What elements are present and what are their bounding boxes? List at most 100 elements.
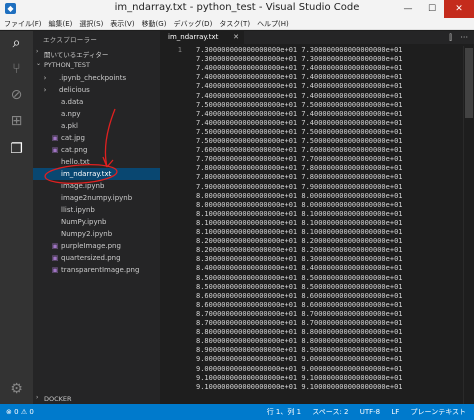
vertical-scrollbar[interactable] [463,46,474,404]
tree-item-file[interactable]: llist.ipynb [33,204,160,216]
encoding[interactable]: UTF-8 [360,408,380,416]
chevron-right-icon: › [36,48,39,55]
code-line: 7.500000000000000000e+01 7.5000000000000… [196,137,403,145]
tree-item-file[interactable]: hello.txt [33,156,160,168]
debug-icon[interactable]: ⊘ [6,85,27,106]
chevron-down-icon: ⌄ [36,60,42,67]
code-line: 7.400000000000000000e+01 7.4000000000000… [196,64,403,73]
error-icon: ⊗ [6,408,12,416]
editor-area: im_ndarray.txt ✕ ⫿ ··· 1 7.30000000000000… [160,31,474,409]
code-line: 8.000000000000000000e+01 8.0000000000000… [196,200,403,209]
cursor-position[interactable]: 行 1、列 1 [267,408,301,416]
tree-item-file[interactable]: image.ipynb [33,180,160,192]
image-file-icon: ▣ [51,254,59,262]
tree-item-file[interactable]: a.pkl [33,120,160,132]
code-line: 8.600000000000000000e+01 8.6000000000000… [196,291,403,300]
code-line: 7.800000000000000000e+01 7.8000000000000… [196,164,403,173]
image-file-icon: ▣ [51,242,59,250]
tree-item-file-selected[interactable]: im_ndarray.txt [33,168,160,180]
menu-go[interactable]: 移動(G) [142,19,167,29]
code-line: 8.600000000000000000e+01 8.6000000000000… [196,300,403,309]
code-line: 8.100000000000000000e+01 8.1000000000000… [196,209,403,218]
code-line: 7.500000000000000000e+01 7.5000000000000… [196,100,403,109]
code-line: 8.300000000000000000e+01 8.3000000000000… [196,255,403,264]
chevron-right-icon: › [36,394,39,401]
language-mode[interactable]: プレーンテキスト [411,408,466,416]
code-line: 9.100000000000000000e+01 9.1000000000000… [196,382,403,391]
image-file-icon: ▣ [51,134,59,142]
image-file-icon: ▣ [51,146,59,154]
menu-help[interactable]: ヘルプ(H) [257,19,289,29]
menu-view[interactable]: 表示(V) [110,19,134,29]
menu-selection[interactable]: 選択(S) [79,19,103,29]
extensions-icon[interactable]: ⊞ [6,111,27,132]
end-of-line[interactable]: LF [391,408,399,416]
code-line: 8.200000000000000000e+01 8.2000000000000… [196,246,403,255]
code-line: 8.700000000000000000e+01 8.7000000000000… [196,309,403,318]
open-editors-section[interactable]: › 開いているエディター [33,48,160,59]
tree-item-file[interactable]: ▣ quartersized.png [33,252,160,264]
code-line: 7.300000000000000000e+01 7.3000000000000… [196,46,403,54]
tree-item-file[interactable]: Numpy2.ipynb [33,228,160,240]
indentation[interactable]: スペース: 2 [312,408,348,416]
code-line: 8.500000000000000000e+01 8.5000000000000… [196,282,403,291]
tree-item-file[interactable]: ▣ transparentImage.png [33,264,160,276]
code-line: 9.100000000000000000e+01 9.1000000000000… [196,373,403,382]
code-line: 7.400000000000000000e+01 7.4000000000000… [196,109,403,118]
line-number: 1 [177,46,182,54]
tree-item-folder[interactable]: › .ipynb_checkpoints [33,72,160,84]
minimize-icon[interactable]: — [396,0,420,18]
warning-icon: ⚠ [20,408,28,416]
window-controls: — ☐ ✕ [396,0,474,18]
problems-indicator[interactable]: ⊗ 0 ⚠ 0 [6,404,34,420]
menu-file[interactable]: ファイル(F) [4,19,42,29]
code-line: 7.400000000000000000e+01 7.4000000000000… [196,82,403,91]
code-line: 7.600000000000000000e+01 7.6000000000000… [196,146,403,155]
more-actions-icon[interactable]: ··· [460,33,468,42]
editor-toolbar: ⫿ ··· [449,31,468,44]
close-icon[interactable]: ✕ [233,31,239,44]
menu-bar: ファイル(F) 編集(E) 選択(S) 表示(V) 移動(G) デバッグ(D) … [0,18,474,30]
search-icon[interactable]: ⌕ [6,33,27,54]
project-section[interactable]: ⌄ PYTHON_TEST [33,60,160,71]
menu-tasks[interactable]: タスク(T) [219,19,250,29]
menu-debug[interactable]: デバッグ(D) [173,19,212,29]
code-line: 7.400000000000000000e+01 7.4000000000000… [196,73,403,82]
tree-item-file[interactable]: a.npy [33,108,160,120]
tree-item-file[interactable]: a.data [33,96,160,108]
scrollbar-thumb[interactable] [465,48,473,118]
maximize-icon[interactable]: ☐ [420,0,444,18]
tree-item-folder[interactable]: › delicious [33,84,160,96]
title-bar: ◆ im_ndarray.txt - python_test - Visual … [0,0,474,19]
code-line: 7.500000000000000000e+01 7.5000000000000… [196,127,403,136]
menu-edit[interactable]: 編集(E) [49,19,73,29]
chevron-right-icon: › [43,74,47,82]
code-line: 8.500000000000000000e+01 8.5000000000000… [196,273,403,282]
source-control-icon[interactable]: ⑂ [6,59,27,80]
close-icon[interactable]: ✕ [444,0,474,18]
tree-item-file[interactable]: NumPy.ipynb [33,216,160,228]
tree-item-file[interactable]: image2numpy.ipynb [33,192,160,204]
code-line: 8.400000000000000000e+01 8.4000000000000… [196,264,403,273]
code-line: 8.200000000000000000e+01 8.2000000000000… [196,237,403,246]
code-line: 8.800000000000000000e+01 8.8000000000000… [196,328,403,337]
explorer-icon[interactable]: ❐ [6,139,27,160]
explorer-sidebar: エクスプローラー › 開いているエディター ⌄ PYTHON_TEST › .i… [33,31,160,409]
chevron-right-icon: › [43,86,47,94]
code-line: 7.300000000000000000e+01 7.3000000000000… [196,55,403,64]
code-line: 7.400000000000000000e+01 7.4000000000000… [196,91,403,100]
sidebar-header: エクスプローラー [43,36,98,44]
split-editor-icon[interactable]: ⫿ [449,33,452,42]
code-line: 9.000000000000000000e+01 9.0000000000000… [196,355,403,364]
code-view[interactable]: 1 7.300000000000000000e+01 7.300000000000… [160,46,474,404]
tree-item-file[interactable]: ▣ cat.jpg [33,132,160,144]
tree-item-file[interactable]: ▣ purpleImage.png [33,240,160,252]
code-line: 8.900000000000000000e+01 8.9000000000000… [196,346,403,355]
code-line: 8.100000000000000000e+01 8.1000000000000… [196,228,403,236]
tree-item-file[interactable]: ▣ cat.png [33,144,160,156]
code-line: 8.000000000000000000e+01 8.0000000000000… [196,191,403,200]
settings-icon[interactable]: ⚙ [6,379,27,400]
tab-im-ndarray[interactable]: im_ndarray.txt ✕ [160,31,244,44]
code-line: 9.000000000000000000e+01 9.0000000000000… [196,364,403,373]
code-line: 7.800000000000000000e+01 7.8000000000000… [196,173,403,182]
